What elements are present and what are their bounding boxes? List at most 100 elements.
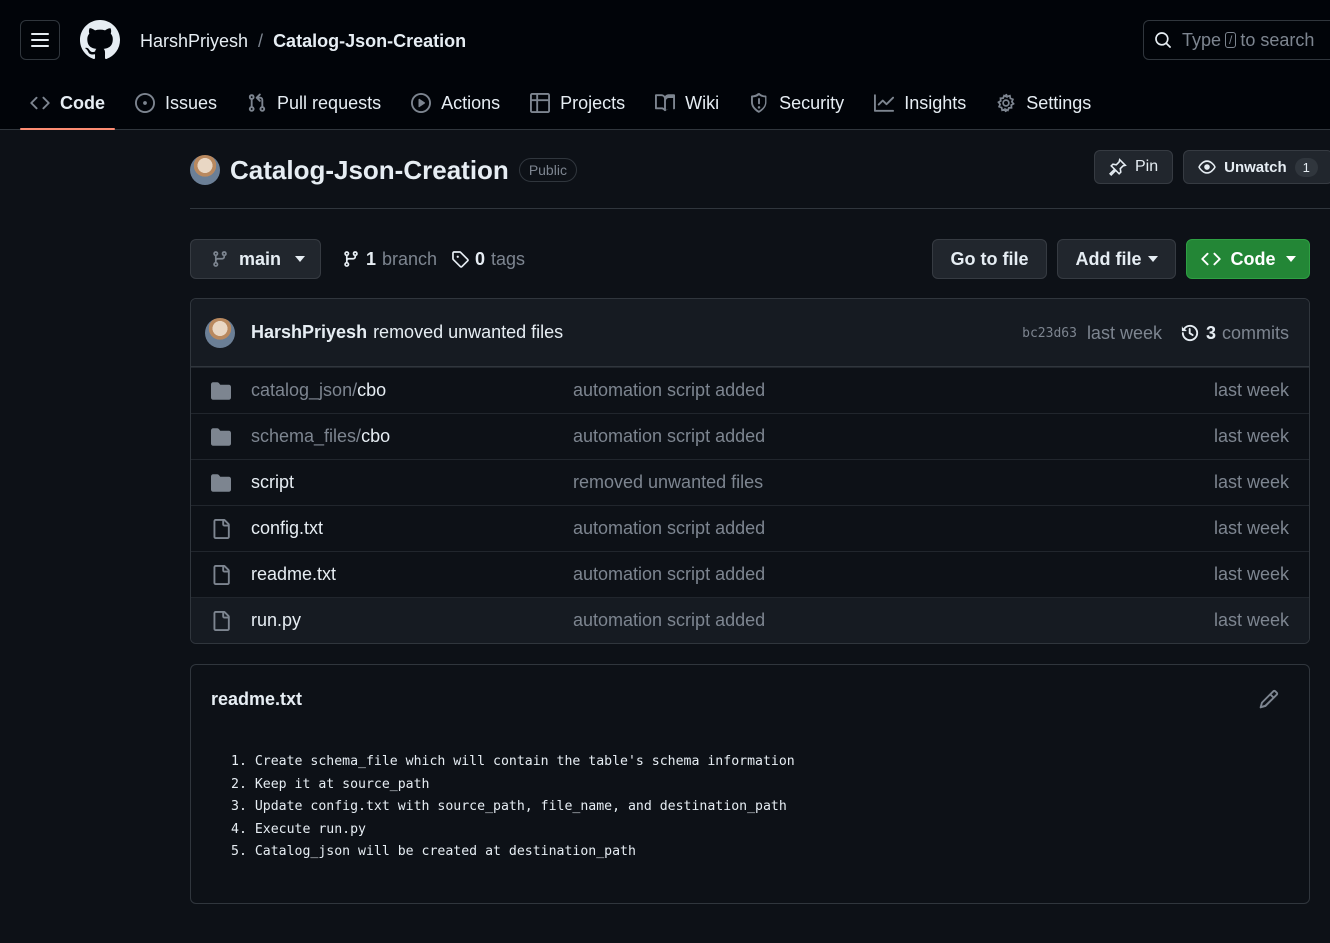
file-name: cbo <box>357 380 387 400</box>
pencil-icon[interactable] <box>1259 689 1279 709</box>
tab-actions[interactable]: Actions <box>401 76 510 130</box>
file-commit-message[interactable]: removed unwanted files <box>573 472 763 493</box>
tag-icon <box>452 251 469 268</box>
table-row[interactable]: config.txt automation script added last … <box>191 505 1309 551</box>
branches-link[interactable]: 1 branch <box>342 248 437 270</box>
code-icon <box>30 96 50 110</box>
file-commit-time: last week <box>1213 564 1289 584</box>
tab-pull-requests[interactable]: Pull requests <box>237 76 391 130</box>
tab-wiki[interactable]: Wiki <box>645 76 729 130</box>
table-row[interactable]: readme.txt automation script added last … <box>191 551 1309 597</box>
tag-count: 0 <box>475 248 486 269</box>
file-icon <box>213 519 230 539</box>
branch-count: 1 <box>366 248 377 269</box>
file-commit-message[interactable]: automation script added <box>573 518 765 539</box>
commit-sha[interactable]: bc23d63 <box>1022 326 1077 341</box>
file-commit-message[interactable]: automation script added <box>573 610 765 631</box>
file-name-link[interactable]: config.txt <box>251 518 323 539</box>
readme-filename[interactable]: readme.txt <box>211 689 302 710</box>
visibility-badge: Public <box>518 158 577 182</box>
readme-content: 1. Create schema_file which will contain… <box>231 751 795 864</box>
tab-settings[interactable]: Settings <box>986 76 1101 130</box>
tag-word: tags <box>491 248 526 269</box>
file-name-link[interactable]: run.py <box>251 610 301 631</box>
tab-issues-label: Issues <box>165 92 218 113</box>
unwatch-button[interactable]: Unwatch 1 <box>1183 150 1330 184</box>
commit-author[interactable]: HarshPriyesh <box>251 322 367 343</box>
file-name-link[interactable]: readme.txt <box>251 564 336 585</box>
branch-select-button[interactable]: main <box>190 239 321 279</box>
commit-message[interactable]: removed unwanted files <box>373 322 563 343</box>
file-icon <box>213 611 230 631</box>
table-row[interactable]: schema_files/cbo automation script added… <box>191 413 1309 459</box>
file-name: readme.txt <box>251 564 337 584</box>
tags-link[interactable]: 0 tags <box>451 248 525 270</box>
readme-line: 1. Create schema_file which will contain… <box>231 754 795 769</box>
tab-code[interactable]: Code <box>20 76 115 130</box>
file-name: run.py <box>251 610 302 630</box>
file-commit-time: last week <box>1213 426 1289 446</box>
play-icon <box>411 93 432 113</box>
tab-issues[interactable]: Issues <box>125 76 227 130</box>
readme-panel: readme.txt 1. Create schema_file which w… <box>190 664 1310 904</box>
breadcrumb: HarshPriyesh / Catalog-Json-Creation <box>140 30 466 52</box>
eye-icon <box>1198 160 1216 174</box>
file-commit-time: last week <box>1213 380 1289 400</box>
hamburger-menu-button[interactable] <box>20 20 60 60</box>
search-input[interactable]: Type / to search <box>1143 20 1330 60</box>
tab-pull-requests-label: Pull requests <box>277 92 382 113</box>
table-row[interactable]: script removed unwanted files last week <box>191 459 1309 505</box>
breadcrumb-owner-link[interactable]: HarshPriyesh <box>140 31 248 52</box>
tab-projects[interactable]: Projects <box>520 76 635 130</box>
hamburger-icon <box>31 33 49 47</box>
file-name-link[interactable]: schema_files/cbo <box>251 426 390 447</box>
branch-word: branch <box>382 248 438 269</box>
add-file-button[interactable]: Add file <box>1057 239 1176 279</box>
file-path-prefix: catalog_json/ <box>251 380 358 400</box>
commit-meta: bc23d63 last week 3 commits <box>1022 299 1289 367</box>
issue-icon <box>135 93 155 113</box>
commits-link[interactable]: 3 commits <box>1180 323 1289 344</box>
file-commit-time: last week <box>1213 610 1289 630</box>
readme-line: 5. Catalog_json will be created at desti… <box>231 844 636 859</box>
repo-actions: Pin Unwatch 1 <box>1094 150 1330 184</box>
global-header: HarshPriyesh / Catalog-Json-Creation Typ… <box>0 0 1330 130</box>
tab-insights-label: Insights <box>904 92 967 113</box>
tab-insights[interactable]: Insights <box>864 76 976 130</box>
file-name-link[interactable]: script <box>251 472 294 493</box>
code-icon <box>1200 252 1221 266</box>
go-to-file-button[interactable]: Go to file <box>932 239 1047 279</box>
github-logo-icon[interactable] <box>80 20 120 60</box>
folder-icon <box>211 382 231 400</box>
file-name-link[interactable]: catalog_json/cbo <box>251 380 386 401</box>
commit-author-avatar[interactable] <box>205 317 235 348</box>
code-button-label: Code <box>1230 248 1276 269</box>
pin-label: Pin <box>1135 158 1159 175</box>
file-table: HarshPriyesh removed unwanted files bc23… <box>190 298 1310 644</box>
pin-button[interactable]: Pin <box>1094 150 1174 184</box>
table-row[interactable]: run.py automation script added last week <box>191 597 1309 643</box>
file-commit-time: last week <box>1213 518 1289 538</box>
search-icon <box>1155 32 1171 48</box>
tab-security[interactable]: Security <box>739 76 854 130</box>
git-branch-icon <box>344 251 358 267</box>
breadcrumb-repo-link[interactable]: Catalog-Json-Creation <box>273 31 466 52</box>
tab-code-label: Code <box>60 92 105 113</box>
table-icon <box>530 93 551 113</box>
file-commit-message[interactable]: automation script added <box>573 564 765 585</box>
git-branch-icon <box>213 251 227 267</box>
file-commit-message[interactable]: automation script added <box>573 380 765 401</box>
repo-title[interactable]: Catalog-Json-Creation <box>230 155 509 186</box>
pin-icon <box>1109 158 1127 176</box>
file-commit-message[interactable]: automation script added <box>573 426 765 447</box>
table-row[interactable]: catalog_json/cbo automation script added… <box>191 367 1309 413</box>
tab-projects-label: Projects <box>560 92 626 113</box>
owner-avatar[interactable] <box>190 155 220 185</box>
chevron-down-icon <box>295 256 306 262</box>
gear-icon <box>997 93 1016 113</box>
tab-settings-label: Settings <box>1026 92 1092 113</box>
readme-line: 3. Update config.txt with source_path, f… <box>231 799 787 814</box>
tab-security-label: Security <box>779 92 845 113</box>
code-dropdown-button[interactable]: Code <box>1186 239 1310 279</box>
folder-icon <box>211 474 231 492</box>
